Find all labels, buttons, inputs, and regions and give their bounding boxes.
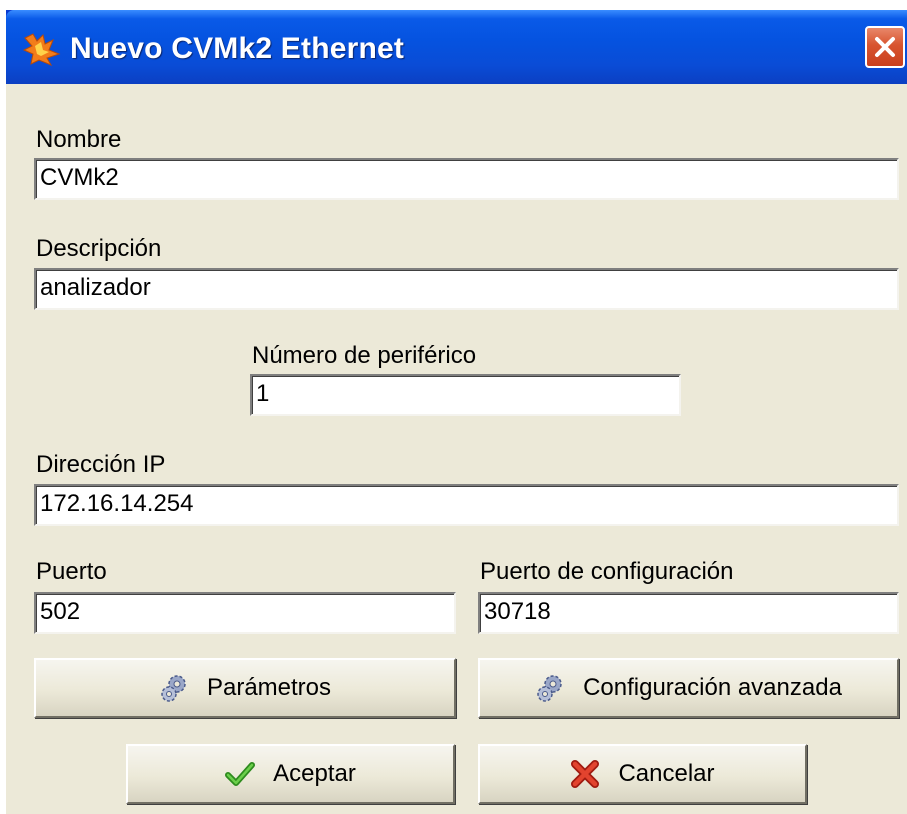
- aceptar-button[interactable]: Aceptar: [126, 744, 455, 804]
- puerto-config-input[interactable]: 30718: [478, 592, 899, 634]
- descripcion-input[interactable]: analizador: [34, 268, 899, 310]
- nombre-label: Nombre: [36, 126, 122, 153]
- configuracion-avanzada-button-label: Configuración avanzada: [583, 674, 842, 701]
- puerto-input[interactable]: 502: [34, 592, 456, 634]
- red-x-icon: [570, 759, 600, 789]
- flame-icon: [22, 32, 61, 67]
- parametros-button-label: Parámetros: [206, 674, 332, 701]
- nombre-input[interactable]: CVMk2: [34, 158, 899, 200]
- cancelar-button[interactable]: Cancelar: [478, 744, 807, 804]
- ip-label: Dirección IP: [36, 451, 166, 478]
- dialog-window: Nuevo CVMk2 Ethernet Nombre CVMk2 Descri…: [6, 10, 907, 814]
- ip-input[interactable]: 172.16.14.254: [34, 484, 899, 526]
- gears-icon: [159, 673, 189, 703]
- cancelar-button-label: Cancelar: [618, 760, 715, 787]
- parametros-button[interactable]: Parámetros: [34, 658, 456, 718]
- periferico-input[interactable]: 1: [250, 374, 681, 416]
- aceptar-button-label: Aceptar: [273, 760, 356, 787]
- periferico-label: Número de periférico: [252, 342, 477, 369]
- checkmark-icon: [225, 759, 256, 789]
- title-bar[interactable]: Nuevo CVMk2 Ethernet: [6, 10, 907, 84]
- gears-icon: [535, 673, 565, 703]
- puerto-config-label: Puerto de configuración: [480, 558, 734, 585]
- window-title: Nuevo CVMk2 Ethernet: [70, 32, 405, 65]
- dialog-body: Nombre CVMk2 Descripción analizador Núme…: [6, 84, 907, 814]
- configuracion-avanzada-button[interactable]: Configuración avanzada: [478, 658, 899, 718]
- puerto-label: Puerto: [36, 558, 107, 585]
- close-button[interactable]: [865, 26, 905, 68]
- descripcion-label: Descripción: [36, 235, 162, 262]
